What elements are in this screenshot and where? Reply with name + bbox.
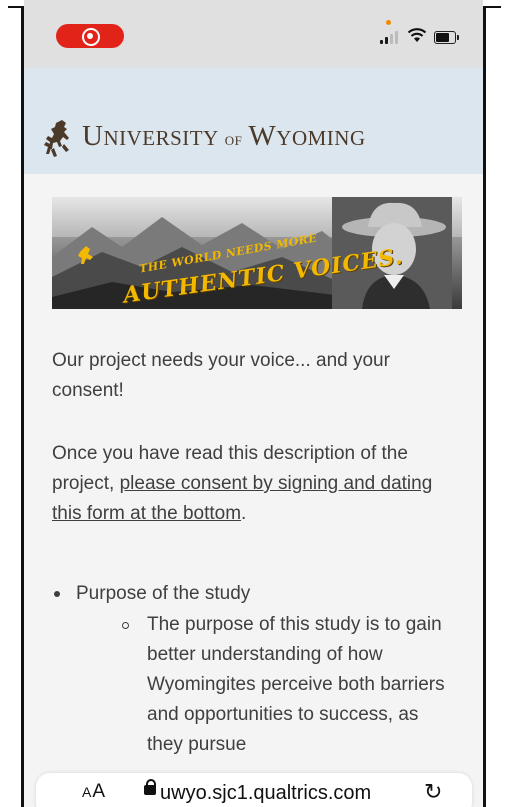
privacy-indicator-dot	[386, 20, 391, 25]
wordmark-letter: U	[82, 120, 104, 152]
instruction-text: Once you have read this description of t…	[52, 439, 462, 529]
intro-text: Our project needs your voice... and your…	[52, 350, 390, 401]
status-bar	[24, 0, 483, 68]
phone-frame-right	[483, 0, 505, 807]
url-text[interactable]: uwyo.sjc1.qualtrics.com	[160, 782, 371, 805]
list-item: Purpose of the study	[54, 579, 251, 609]
reload-icon[interactable]: ↻	[424, 779, 442, 805]
sub-bullet-text: The purpose of this study is to gain bet…	[147, 614, 445, 755]
sub-list-item: The purpose of this study is to gain bet…	[122, 610, 459, 760]
phone-frame-left	[0, 0, 24, 807]
text-size-small-a: A	[82, 784, 93, 800]
campaign-banner: THE WORLD NEEDS MORE AUTHENTIC VOICES.	[52, 197, 462, 309]
university-wordmark: UNIVERSITY OF WYOMING	[82, 120, 366, 153]
phone-frame-corner	[483, 6, 501, 8]
bullet-dot-icon	[54, 591, 60, 597]
wordmark-text: YOMING	[276, 126, 366, 150]
phone-screen: UNIVERSITY OF WYOMING THE WORLD NEEDS MORE…	[24, 0, 483, 807]
wordmark-letter: W	[248, 120, 277, 152]
text-size-button[interactable]: AA	[82, 781, 106, 803]
bronco-rider-icon	[44, 120, 69, 157]
bullet-circle-icon	[122, 622, 129, 629]
instruction-suffix: .	[241, 503, 247, 524]
bullet-label: Purpose of the study	[76, 583, 251, 604]
wifi-icon	[407, 28, 427, 42]
text-size-big-a: A	[92, 781, 107, 802]
browser-address-bar[interactable]: AA uwyo.sjc1.qualtrics.com ↻	[36, 773, 472, 807]
screen-recording-icon[interactable]	[56, 24, 124, 48]
signal-icon	[380, 30, 400, 44]
wordmark-of: OF	[224, 133, 243, 148]
phone-frame-corner	[8, 6, 24, 8]
lock-icon	[144, 779, 156, 795]
battery-icon	[434, 31, 459, 44]
wordmark-text: NIVERSITY	[103, 126, 219, 150]
